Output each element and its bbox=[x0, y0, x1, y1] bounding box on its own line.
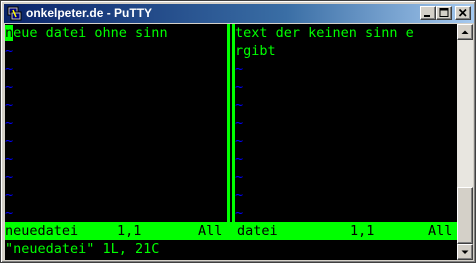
empty-line-tilde: ~ bbox=[5, 61, 14, 77]
left-scroll-indicator: All bbox=[198, 223, 223, 239]
left-buffer-name: neuedatei bbox=[5, 223, 79, 239]
right-scroll-indicator: All bbox=[428, 223, 453, 239]
empty-line-tilde: ~ bbox=[5, 97, 14, 113]
maximize-icon bbox=[439, 8, 449, 17]
close-icon bbox=[458, 8, 467, 17]
vim-statusline: neuedatei 1,1 All datei 1,1 All bbox=[5, 222, 457, 240]
empty-line-tilde: ~ bbox=[235, 133, 244, 149]
empty-line-tilde: ~ bbox=[235, 97, 244, 113]
right-cursor-position: 1,1 bbox=[350, 223, 375, 239]
vim-command-line[interactable]: "neuedatei" 1L, 21C bbox=[5, 240, 457, 258]
scrollbar-thumb[interactable] bbox=[457, 187, 473, 244]
empty-line-tilde: ~ bbox=[5, 79, 14, 95]
title-bar[interactable]: onkelpeter.de - PuTTY bbox=[4, 4, 474, 23]
empty-line-tilde: ~ bbox=[5, 169, 14, 185]
maximize-button[interactable] bbox=[436, 6, 452, 20]
empty-line-tilde: ~ bbox=[5, 43, 14, 59]
scroll-up-button[interactable] bbox=[457, 24, 473, 40]
empty-line-tilde: ~ bbox=[235, 169, 244, 185]
empty-line-tilde: ~ bbox=[235, 151, 244, 167]
window-title: onkelpeter.de - PuTTY bbox=[26, 6, 153, 20]
arrow-up-icon bbox=[461, 30, 469, 34]
cursor: n bbox=[5, 25, 14, 41]
close-button[interactable] bbox=[455, 6, 471, 20]
minimize-icon bbox=[424, 15, 430, 17]
empty-line-tilde: ~ bbox=[5, 133, 14, 149]
vertical-scrollbar[interactable] bbox=[457, 24, 473, 260]
left-pane[interactable]: neue datei ohne sinn ~ ~ ~ ~ ~ ~ ~ ~ ~ ~ bbox=[5, 24, 225, 222]
empty-line-tilde: ~ bbox=[235, 115, 244, 131]
terminal-screen[interactable]: neue datei ohne sinn ~ ~ ~ ~ ~ ~ ~ ~ ~ ~… bbox=[5, 24, 457, 260]
right-pane[interactable]: text der keinen sinn e rgibt ~ ~ ~ ~ ~ ~… bbox=[235, 24, 457, 222]
empty-line-tilde: ~ bbox=[235, 61, 244, 77]
empty-line-tilde: ~ bbox=[235, 79, 244, 95]
empty-line-tilde: ~ bbox=[5, 115, 14, 131]
empty-line-tilde: ~ bbox=[235, 187, 244, 203]
empty-line-tilde: ~ bbox=[5, 151, 14, 167]
right-pane-line: text der keinen sinn e bbox=[235, 25, 414, 41]
right-buffer-name: datei bbox=[237, 223, 278, 239]
arrow-down-icon bbox=[461, 250, 469, 254]
left-cursor-position: 1,1 bbox=[117, 223, 142, 239]
vertical-split-separator[interactable] bbox=[227, 24, 235, 222]
scroll-down-button[interactable] bbox=[457, 244, 473, 260]
putty-window: onkelpeter.de - PuTTY neue datei ohne si… bbox=[0, 0, 476, 263]
empty-line-tilde: ~ bbox=[5, 205, 14, 221]
minimize-button[interactable] bbox=[420, 6, 436, 20]
empty-line-tilde: ~ bbox=[5, 187, 14, 203]
empty-line-tilde: ~ bbox=[235, 205, 244, 221]
left-pane-line: neue datei ohne sinn bbox=[5, 25, 168, 41]
putty-icon[interactable] bbox=[7, 6, 22, 21]
right-pane-line: rgibt bbox=[235, 43, 276, 59]
